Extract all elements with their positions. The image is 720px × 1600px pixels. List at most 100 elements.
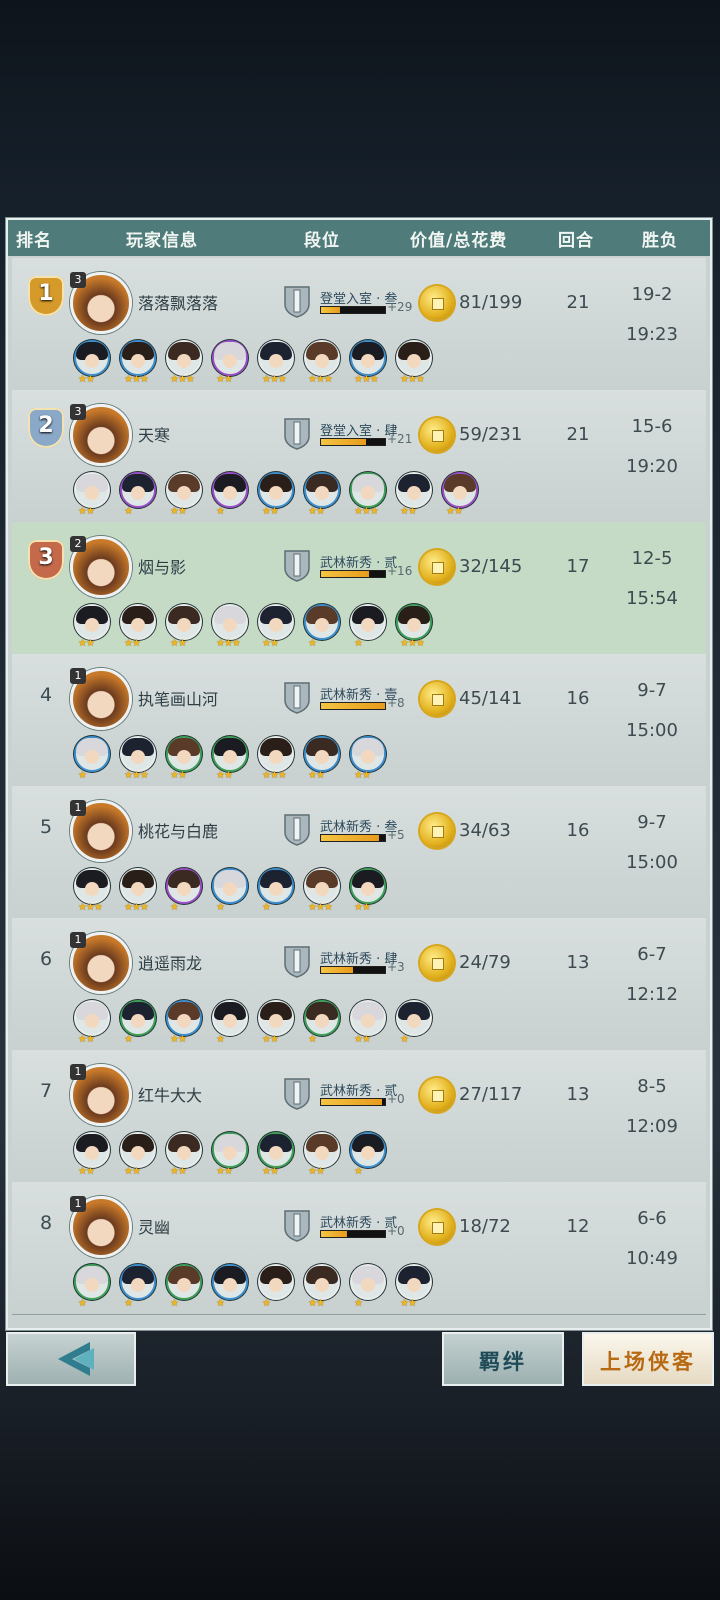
copper-coin-icon — [420, 418, 454, 452]
rank-cell: 7 — [28, 1068, 64, 1108]
deploy-heroes-button[interactable]: 上场侠客 — [582, 1332, 714, 1386]
hero-stars: ★ — [216, 1034, 225, 1045]
hero-portrait[interactable] — [120, 1000, 156, 1036]
table-row[interactable]: 3 2 烟与影 武林新秀 · 贰 +16 32/145 17 12-5 15:5… — [12, 522, 706, 655]
hero-portrait[interactable] — [120, 868, 156, 904]
hero-portrait[interactable] — [258, 736, 294, 772]
hero-portrait[interactable] — [212, 340, 248, 376]
table-row[interactable]: 6 1 逍遥雨龙 武林新秀 · 肆 +3 24/79 13 6-7 12:12 … — [12, 918, 706, 1051]
segment-shield-icon — [284, 550, 310, 582]
hero-portrait[interactable] — [350, 736, 386, 772]
hero-portrait[interactable] — [166, 1132, 202, 1168]
hero-portrait[interactable] — [304, 1132, 340, 1168]
hero-portrait[interactable] — [396, 604, 432, 640]
hero-portrait[interactable] — [396, 340, 432, 376]
segment-progress-bar — [320, 966, 386, 974]
hero-portrait[interactable] — [166, 1000, 202, 1036]
hero-portrait[interactable] — [396, 1000, 432, 1036]
hero-portrait[interactable] — [304, 736, 340, 772]
hero-portrait[interactable] — [396, 472, 432, 508]
deploy-label: 上场侠客 — [600, 1350, 696, 1374]
hero-portrait[interactable] — [74, 472, 110, 508]
hero-portrait[interactable] — [212, 604, 248, 640]
hero-portrait[interactable] — [120, 1132, 156, 1168]
hero-portrait[interactable] — [350, 1264, 386, 1300]
hero-portrait[interactable] — [120, 340, 156, 376]
hero-portrait[interactable] — [74, 736, 110, 772]
hero-portrait[interactable] — [166, 604, 202, 640]
round-count: 13 — [566, 1084, 590, 1105]
hero-portrait[interactable] — [304, 472, 340, 508]
hero-stars: ★★ — [354, 770, 371, 781]
hero-portrait[interactable] — [258, 1132, 294, 1168]
table-row[interactable]: 1 3 落落飘落落 登堂入室 · 叁 +29 81/199 21 19-2 19… — [12, 258, 706, 391]
hero-stars: ★★ — [170, 770, 187, 781]
hero-portrait[interactable] — [74, 1132, 110, 1168]
hero-portrait[interactable] — [350, 340, 386, 376]
hero-portrait[interactable] — [396, 1264, 432, 1300]
hero-portrait[interactable] — [74, 340, 110, 376]
hero-portrait[interactable] — [212, 1264, 248, 1300]
hero-portrait[interactable] — [166, 472, 202, 508]
hero-portrait[interactable] — [120, 736, 156, 772]
table-row[interactable]: 8 1 灵幽 武林新秀 · 贰 +0 18/72 12 6-6 10:49 ★ ★… — [12, 1182, 706, 1315]
table-row[interactable]: 2 3 天寒 登堂入室 · 肆 +21 59/231 21 15-6 19:20… — [12, 390, 706, 523]
hero-portrait[interactable] — [442, 472, 478, 508]
hero-portrait[interactable] — [258, 604, 294, 640]
hero-portrait[interactable] — [304, 868, 340, 904]
game-time: 12:09 — [626, 1116, 678, 1137]
hero-portrait[interactable] — [120, 1264, 156, 1300]
table-row[interactable]: 4 1 执笔画山河 武林新秀 · 壹 +8 45/141 16 9-7 15:0… — [12, 654, 706, 787]
hero-portrait[interactable] — [258, 472, 294, 508]
game-time: 15:00 — [626, 852, 678, 873]
hero-portrait[interactable] — [258, 1264, 294, 1300]
back-button[interactable] — [6, 1332, 136, 1386]
hero-portrait[interactable] — [258, 1000, 294, 1036]
player-name: 落落飘落落 — [138, 294, 219, 313]
hero-portrait[interactable] — [166, 868, 202, 904]
hero-stars: ★★★ — [170, 374, 195, 385]
segment-points: +8 — [387, 696, 405, 710]
hero-portrait[interactable] — [304, 604, 340, 640]
hero-portrait[interactable] — [74, 1000, 110, 1036]
hero-stars: ★★★ — [216, 638, 241, 649]
hero-portrait[interactable] — [350, 1000, 386, 1036]
hero-portrait[interactable] — [350, 868, 386, 904]
hero-portrait[interactable] — [166, 340, 202, 376]
hero-portrait[interactable] — [350, 1132, 386, 1168]
hero-portrait[interactable] — [74, 1264, 110, 1300]
header-segment: 段位 — [304, 231, 340, 251]
hero-stars: ★ — [124, 1298, 133, 1309]
hero-portrait[interactable] — [166, 1264, 202, 1300]
hero-stars: ★★ — [170, 638, 187, 649]
game-time: 15:54 — [626, 588, 678, 609]
hero-stars: ★ — [124, 1034, 133, 1045]
hero-portrait[interactable] — [212, 472, 248, 508]
hero-portrait[interactable] — [212, 1132, 248, 1168]
hero-portrait[interactable] — [212, 868, 248, 904]
hero-portrait[interactable] — [304, 1264, 340, 1300]
hero-portrait[interactable] — [212, 1000, 248, 1036]
rank-medal-icon: 3 — [28, 540, 64, 580]
hero-stars: ★★★ — [262, 770, 287, 781]
hero-stars: ★★ — [78, 1034, 95, 1045]
hero-portrait[interactable] — [350, 472, 386, 508]
hero-portrait[interactable] — [120, 472, 156, 508]
hero-portrait[interactable] — [350, 604, 386, 640]
hero-stars: ★★ — [354, 1034, 371, 1045]
value-total-cost: 45/141 — [459, 688, 523, 709]
hero-portrait[interactable] — [74, 868, 110, 904]
hero-portrait[interactable] — [304, 340, 340, 376]
hero-portrait[interactable] — [258, 340, 294, 376]
table-row[interactable]: 5 1 桃花与白鹿 武林新秀 · 叁 +5 34/63 16 9-7 15:00… — [12, 786, 706, 919]
table-row[interactable]: 7 1 红牛大大 武林新秀 · 贰 +0 27/117 13 8-5 12:09… — [12, 1050, 706, 1183]
bond-button[interactable]: 羁绊 — [442, 1332, 564, 1386]
round-count: 16 — [566, 820, 590, 841]
hero-portrait[interactable] — [258, 868, 294, 904]
hero-portrait[interactable] — [120, 604, 156, 640]
segment-progress-bar — [320, 834, 386, 842]
hero-portrait[interactable] — [304, 1000, 340, 1036]
hero-portrait[interactable] — [212, 736, 248, 772]
hero-portrait[interactable] — [166, 736, 202, 772]
hero-portrait[interactable] — [74, 604, 110, 640]
